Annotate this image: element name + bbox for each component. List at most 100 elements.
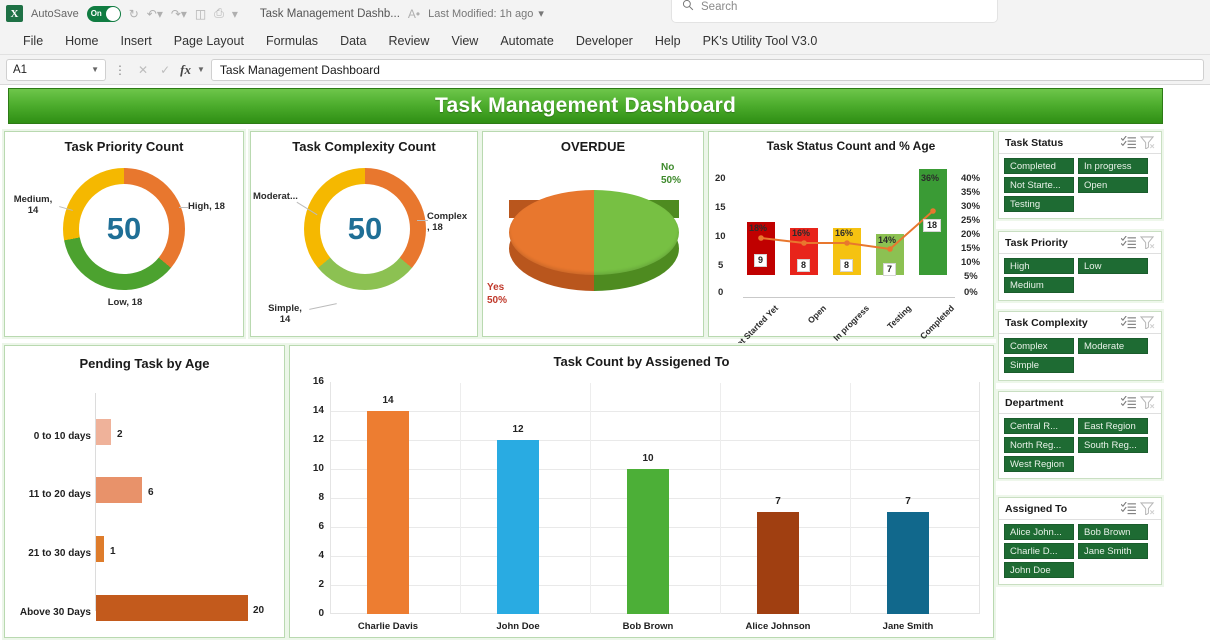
cancel-icon[interactable]: ✕: [134, 63, 152, 77]
formula-chevron-icon[interactable]: ▼: [197, 65, 205, 74]
tab-insert[interactable]: Insert: [110, 31, 163, 51]
hbar-category: Above 30 Days: [19, 607, 91, 618]
clear-filter-icon[interactable]: [1139, 502, 1155, 516]
x-axis-category: Bob Brown: [622, 621, 674, 632]
multi-select-icon[interactable]: [1120, 395, 1136, 409]
document-name[interactable]: Task Management Dashb...: [260, 8, 400, 20]
donut-label-simple-line1: Simple,: [268, 303, 302, 314]
slicer-item-central-region[interactable]: Central R...: [1004, 418, 1074, 434]
name-box[interactable]: A1 ▼: [6, 58, 106, 81]
slicer-item-bob-brown[interactable]: Bob Brown: [1078, 524, 1148, 540]
slicer-title: Task Priority: [1005, 236, 1068, 249]
undo-icon[interactable]: ↶▾: [147, 7, 163, 21]
slicer-item-east-region[interactable]: East Region: [1078, 418, 1148, 434]
slicer-item-john-doe[interactable]: John Doe: [1004, 562, 1074, 578]
slicer-item-simple[interactable]: Simple: [1004, 357, 1074, 373]
autosave-toggle[interactable]: On: [86, 5, 121, 22]
clear-filter-icon[interactable]: [1139, 396, 1155, 410]
tab-pk-utility-tool[interactable]: PK's Utility Tool V3.0: [692, 31, 829, 51]
chart-task-complexity-count[interactable]: Task Complexity Count 50 Complex , 18 Mo…: [250, 131, 478, 337]
y-axis-tick: 10: [312, 463, 324, 474]
x-axis-category: Alice Johnson: [745, 621, 811, 632]
more-options-icon[interactable]: ⋮: [110, 63, 130, 77]
pct-label: 18%: [749, 223, 768, 233]
multi-select-icon[interactable]: [1120, 315, 1136, 329]
slicer-item-open[interactable]: Open: [1078, 177, 1148, 193]
search-input[interactable]: Search: [672, 0, 997, 22]
pie-top: [509, 190, 679, 275]
leader-line: [417, 220, 428, 221]
x-axis-category: John Doe: [496, 621, 540, 632]
chart-pending-task-by-age[interactable]: Pending Task by Age 0 to 10 days 2 11 to…: [4, 345, 285, 638]
slicer-item-charlie-davis[interactable]: Charlie D...: [1004, 543, 1074, 559]
chart-task-status-count[interactable]: Task Status Count and % Age 20 15 10 5 0…: [708, 131, 994, 353]
page-title: Task Management Dashboard: [434, 94, 737, 117]
slicer-item-not-started[interactable]: Not Starte...: [1004, 177, 1074, 193]
save-icon[interactable]: ↻: [129, 7, 139, 21]
slicer-item-completed[interactable]: Completed: [1004, 158, 1074, 174]
hbar-0-to-10-days: [96, 419, 111, 445]
chart-task-priority-count[interactable]: Task Priority Count 50 High, 18 Medium, …: [4, 131, 244, 337]
donut-label-simple-line2: 14: [279, 313, 291, 325]
multi-select-icon[interactable]: [1120, 501, 1136, 515]
multi-select-icon[interactable]: [1120, 235, 1136, 249]
formula-input[interactable]: Task Management Dashboard: [210, 58, 1204, 81]
clear-filter-icon[interactable]: [1139, 136, 1155, 150]
slicer-item-complex[interactable]: Complex: [1004, 338, 1074, 354]
touch-mode-icon[interactable]: ⎙: [214, 6, 224, 21]
clear-filter-icon[interactable]: [1139, 316, 1155, 330]
slicer-items: High Low Medium: [999, 254, 1161, 297]
chevron-down-icon: ▾: [538, 8, 544, 20]
slicer-item-south-region[interactable]: South Reg...: [1078, 437, 1148, 453]
slicer-item-high[interactable]: High: [1004, 258, 1074, 274]
hbar-category: 21 to 30 days: [28, 548, 91, 559]
toggle-knob: [105, 6, 120, 21]
slicer-item-jane-smith[interactable]: Jane Smith: [1078, 543, 1148, 559]
tab-data[interactable]: Data: [329, 31, 377, 51]
donut-hole: 50: [79, 184, 169, 274]
slicer-item-west-region[interactable]: West Region: [1004, 456, 1074, 472]
slicer-item-low[interactable]: Low: [1078, 258, 1148, 274]
chart-task-count-by-assigned-to[interactable]: Task Count by Assigened To 16 14 12 10 8…: [289, 345, 994, 638]
redo-icon[interactable]: ↷▾: [171, 7, 187, 21]
clear-filter-icon[interactable]: [1139, 236, 1155, 250]
slicer-title: Assigned To: [1005, 502, 1068, 515]
tab-formulas[interactable]: Formulas: [255, 31, 329, 51]
slicer-item-medium[interactable]: Medium: [1004, 277, 1074, 293]
column-value: 10: [642, 453, 654, 464]
donut-label-complex: Complex , 18: [427, 211, 479, 234]
tab-help[interactable]: Help: [644, 31, 692, 51]
tab-review[interactable]: Review: [377, 31, 440, 51]
insert-function-icon[interactable]: fx: [178, 62, 193, 78]
slicer-item-alice-johnson[interactable]: Alice John...: [1004, 524, 1074, 540]
tab-file[interactable]: File: [12, 31, 54, 51]
slicer-department[interactable]: Department Central R... East Region Nort…: [998, 391, 1162, 479]
chart-overdue[interactable]: OVERDUE No 50% Yes 50%: [482, 131, 704, 337]
quick-access-chevron-icon[interactable]: ▾: [232, 7, 238, 21]
gridline: [331, 411, 979, 412]
slicer-item-north-region[interactable]: North Reg...: [1004, 437, 1074, 453]
slicer-item-in-progress[interactable]: In progress: [1078, 158, 1148, 174]
autosave-toggle-state: On: [90, 9, 102, 18]
tab-home[interactable]: Home: [54, 31, 109, 51]
pie-label-yes: Yes 50%: [487, 282, 507, 307]
slicer-task-complexity[interactable]: Task Complexity Complex Moderate Simple: [998, 311, 1162, 381]
slicer-item-testing[interactable]: Testing: [1004, 196, 1074, 212]
slicer-assigned-to[interactable]: Assigned To Alice John... Bob Brown Char…: [998, 497, 1162, 585]
column-john-doe: [497, 440, 539, 614]
tab-page-layout[interactable]: Page Layout: [163, 31, 255, 51]
search-placeholder: Search: [701, 1, 738, 13]
tab-view[interactable]: View: [440, 31, 489, 51]
tab-automate[interactable]: Automate: [489, 31, 565, 51]
last-modified[interactable]: Last Modified: 1h ago ▾: [428, 7, 544, 21]
tab-developer[interactable]: Developer: [565, 31, 644, 51]
slicer-task-priority[interactable]: Task Priority High Low Medium: [998, 231, 1162, 301]
category-separator: [590, 383, 591, 614]
hbar-category: 11 to 20 days: [28, 489, 91, 500]
layout-icon[interactable]: ◫: [195, 7, 206, 21]
enter-icon[interactable]: ✓: [156, 63, 174, 77]
slicer-item-moderate[interactable]: Moderate: [1078, 338, 1148, 354]
slicer-task-status[interactable]: Task Status Completed In progress Not St…: [998, 131, 1162, 219]
chart-title: Task Priority Count: [64, 139, 184, 154]
multi-select-icon[interactable]: [1120, 135, 1136, 149]
